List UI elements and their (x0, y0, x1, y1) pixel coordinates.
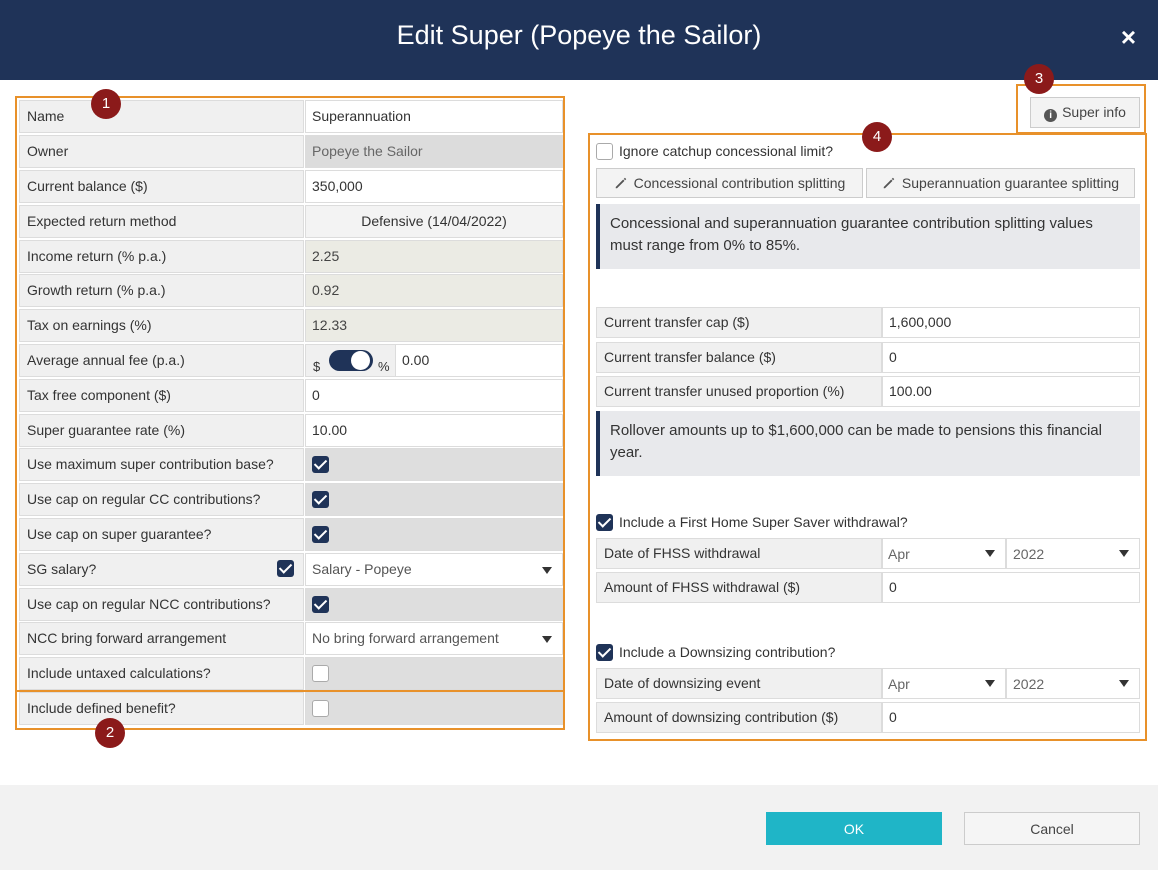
rollover-info-message: Rollover amounts up to $1,600,000 can be… (596, 411, 1140, 476)
fhss-checkbox[interactable] (596, 514, 613, 531)
concessional-splitting-button[interactable]: Concessional contribution splitting (596, 168, 863, 198)
downsizing-amount-label: Amount of downsizing contribution ($) (596, 702, 882, 733)
super-info-label: Super info (1062, 104, 1126, 120)
pencil-icon (883, 177, 895, 189)
fhss-date-label: Date of FHSS withdrawal (596, 538, 882, 569)
ok-button[interactable]: OK (766, 812, 942, 845)
dialog-header: Edit Super (Popeye the Sailor) × (0, 0, 1158, 80)
dialog-title: Edit Super (Popeye the Sailor) (396, 20, 762, 50)
sg-splitting-label: Superannuation guarantee splitting (901, 175, 1120, 191)
cancel-button[interactable]: Cancel (964, 812, 1140, 845)
pencil-icon (615, 177, 626, 189)
fhss-amount-row: Amount of FHSS withdrawal ($) 0 (596, 572, 1140, 603)
chevron-down-icon (1119, 680, 1129, 687)
chevron-down-icon (985, 680, 995, 687)
transfer-unused-input[interactable]: 100.00 (882, 376, 1140, 407)
downsizing-date-row: Date of downsizing event Apr 2022 (596, 668, 1140, 699)
downsizing-year-value: 2022 (1013, 676, 1045, 692)
chevron-down-icon (985, 550, 995, 557)
downsizing-date-label: Date of downsizing event (596, 668, 882, 699)
splitting-info-message: Concessional and superannuation guarante… (596, 204, 1140, 269)
sg-splitting-button[interactable]: Superannuation guarantee splitting (866, 168, 1135, 198)
downsizing-amount-row: Amount of downsizing contribution ($) 0 (596, 702, 1140, 733)
annotation-marker-1: 1 (91, 89, 121, 119)
transfer-balance-input[interactable]: 0 (882, 342, 1140, 373)
ignore-catchup-checkbox[interactable] (596, 143, 613, 160)
downsizing-month-select[interactable]: Apr (882, 668, 1006, 699)
close-icon[interactable]: × (1121, 22, 1136, 52)
highlight-box-1 (15, 96, 565, 692)
transfer-cap-input[interactable]: 1,600,000 (882, 307, 1140, 338)
downsizing-label: Include a Downsizing contribution? (619, 644, 836, 660)
transfer-cap-row: Current transfer cap ($) 1,600,000 (596, 307, 1140, 338)
concessional-splitting-label: Concessional contribution splitting (633, 175, 846, 191)
fhss-amount-label: Amount of FHSS withdrawal ($) (596, 572, 882, 603)
annotation-marker-3: 3 (1024, 64, 1054, 94)
chevron-down-icon (1119, 550, 1129, 557)
transfer-unused-row: Current transfer unused proportion (%) 1… (596, 376, 1140, 407)
fhss-year-select[interactable]: 2022 (1006, 538, 1140, 569)
downsizing-amount-input[interactable]: 0 (882, 702, 1140, 733)
fhss-amount-input[interactable]: 0 (882, 572, 1140, 603)
fhss-label: Include a First Home Super Saver withdra… (619, 514, 908, 530)
fhss-month-value: Apr (888, 546, 910, 562)
transfer-cap-label: Current transfer cap ($) (596, 307, 882, 338)
transfer-balance-label: Current transfer balance ($) (596, 342, 882, 373)
downsizing-checkbox[interactable] (596, 644, 613, 661)
super-info-button[interactable]: i Super info (1030, 97, 1140, 128)
info-icon: i (1044, 109, 1058, 122)
annotation-marker-4: 4 (862, 122, 892, 152)
ignore-catchup-label: Ignore catchup concessional limit? (619, 143, 834, 159)
transfer-unused-label: Current transfer unused proportion (%) (596, 376, 882, 407)
transfer-balance-row: Current transfer balance ($) 0 (596, 342, 1140, 373)
fhss-date-row: Date of FHSS withdrawal Apr 2022 (596, 538, 1140, 569)
fhss-month-select[interactable]: Apr (882, 538, 1006, 569)
downsizing-year-select[interactable]: 2022 (1006, 668, 1140, 699)
downsizing-month-value: Apr (888, 676, 910, 692)
fhss-year-value: 2022 (1013, 546, 1045, 562)
annotation-marker-2: 2 (95, 718, 125, 748)
